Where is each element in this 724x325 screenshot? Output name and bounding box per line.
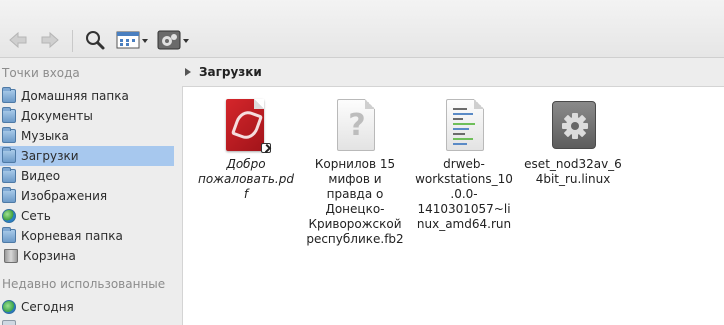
settings-icon: [157, 30, 189, 50]
sidebar-item-partial[interactable]: [0, 317, 174, 325]
symlink-icon: [261, 143, 271, 153]
folder-icon: [2, 87, 16, 103]
sidebar: Точки входа Домашняя папка Документы Муз…: [0, 58, 182, 325]
file-item[interactable]: Добро пожаловать.pdf: [196, 99, 296, 202]
sidebar-item-label: Изображения: [21, 189, 108, 203]
sidebar-item-trash[interactable]: Корзина: [0, 246, 174, 266]
recent-icon: [2, 300, 16, 314]
file-name: Добро пожаловать.pdf: [198, 157, 294, 201]
sidebar-item-label: Сегодня: [21, 300, 74, 314]
sidebar-item-documents[interactable]: Документы: [0, 106, 174, 126]
path-arrow-icon[interactable]: [185, 68, 191, 76]
settings-button[interactable]: [155, 26, 191, 54]
file-view[interactable]: Добро пожаловать.pdf ? Корнилов 15 мифов…: [182, 86, 724, 325]
file-name: drweb-workstations_10.0.0-1410301057~lin…: [415, 157, 513, 231]
folder-icon: [2, 127, 16, 143]
sidebar-item-network[interactable]: Сеть: [0, 206, 174, 226]
folder-icon: [2, 227, 16, 243]
view-mode-button[interactable]: [114, 26, 150, 54]
sidebar-item-label: Домашняя папка: [21, 89, 129, 103]
sidebar-item-videos[interactable]: Видео: [0, 166, 174, 186]
folder-icon: [2, 147, 16, 163]
sidebar-item-label: Видео: [21, 169, 61, 183]
folder-icon: [2, 167, 16, 183]
gear-icon: [562, 113, 588, 139]
icon-view-icon: [116, 31, 148, 49]
breadcrumb-current[interactable]: Загрузки: [199, 65, 262, 79]
arrow-left-icon: [9, 31, 27, 49]
sidebar-item-label: Музыка: [21, 129, 69, 143]
sidebar-item-label: Сеть: [21, 209, 51, 223]
network-icon: [2, 209, 16, 223]
arrow-right-icon: [41, 31, 59, 49]
executable-file-icon: [550, 99, 596, 153]
search-icon: [86, 31, 105, 50]
unknown-file-icon: ?: [332, 99, 378, 153]
toolbar: [0, 0, 724, 58]
file-name: Корнилов 15 мифов и правда о Донецко-Кри…: [306, 157, 404, 246]
file-item[interactable]: drweb-workstations_10.0.0-1410301057~lin…: [414, 99, 514, 232]
trash-icon: [4, 249, 18, 263]
toolbar-separator: [72, 30, 73, 52]
sidebar-item-label: Документы: [21, 109, 93, 123]
folder-icon: [2, 107, 16, 123]
sidebar-item-music[interactable]: Музыка: [0, 126, 174, 146]
recent-header: Недавно использованные: [2, 277, 166, 291]
breadcrumb: Загрузки: [182, 58, 724, 86]
sidebar-item-home[interactable]: Домашняя папка: [0, 86, 174, 106]
search-button[interactable]: [82, 26, 108, 54]
folder-icon: [2, 187, 16, 203]
sidebar-item-today[interactable]: Сегодня: [0, 297, 174, 317]
sidebar-item-root[interactable]: Корневая папка: [0, 226, 174, 246]
file-name: eset_nod32av_64bit_ru.linux: [524, 157, 622, 186]
sidebar-item-downloads[interactable]: Загрузки: [0, 146, 174, 166]
places-header: Точки входа: [2, 66, 80, 80]
sidebar-item-pictures[interactable]: Изображения: [0, 186, 174, 206]
folder-icon: [2, 320, 16, 325]
file-item[interactable]: eset_nod32av_64bit_ru.linux: [523, 99, 623, 187]
sidebar-item-label: Загрузки: [21, 149, 79, 163]
main-pane: Загрузки Добро пожаловать.pdf ? Корнилов…: [182, 58, 724, 325]
pdf-file-icon: [223, 99, 271, 153]
file-item[interactable]: ? Корнилов 15 мифов и правда о Донецко-К…: [305, 99, 405, 247]
sidebar-item-label: Корзина: [23, 249, 76, 263]
sidebar-item-label: Корневая папка: [21, 229, 123, 243]
back-button[interactable]: [4, 26, 32, 54]
script-file-icon: [441, 99, 487, 153]
forward-button[interactable]: [36, 26, 64, 54]
